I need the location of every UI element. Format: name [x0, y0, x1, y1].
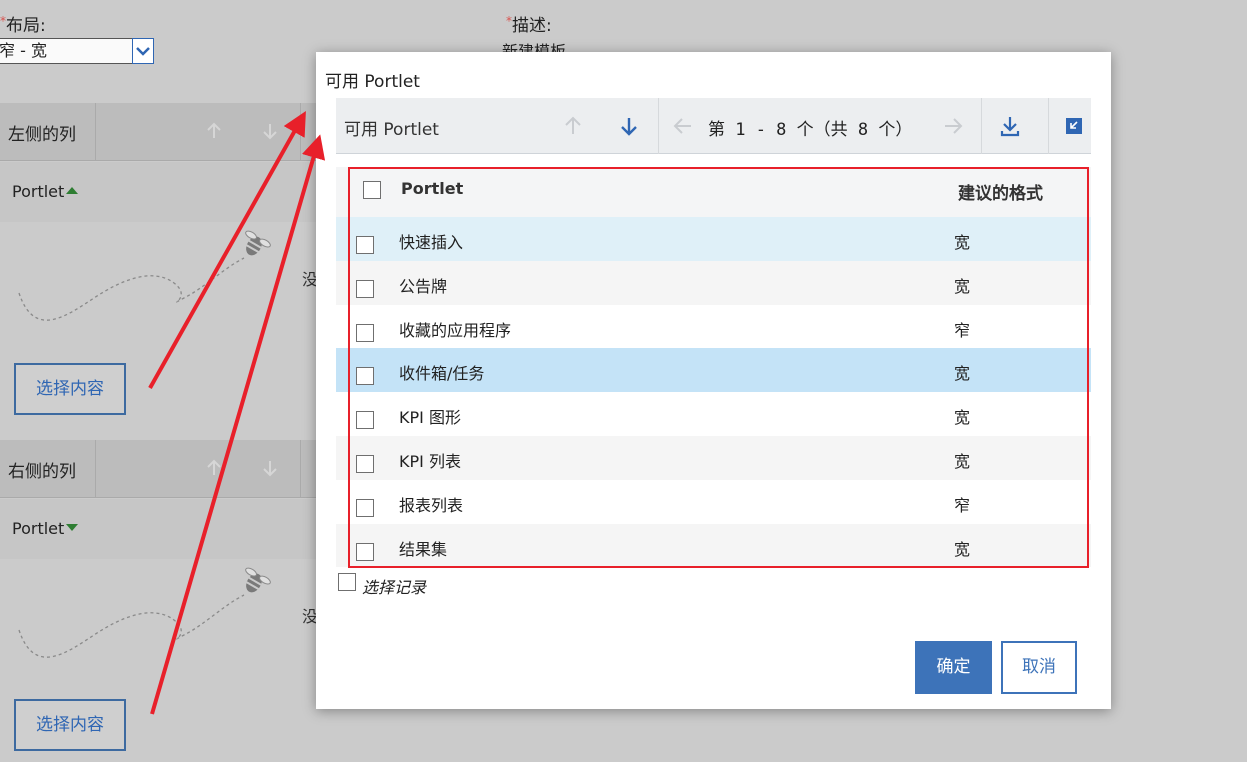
layout-label-text: 布局:: [6, 16, 46, 36]
portlet-name: 收藏的应用程序: [399, 320, 512, 340]
divider: [658, 98, 659, 154]
divider: [95, 440, 96, 498]
arrow-right-icon[interactable]: [941, 114, 965, 138]
table-row[interactable]: 快速插入 宽: [336, 217, 1091, 261]
pagination-text: 第 1 - 8 个（共 8 个）: [708, 120, 913, 140]
table-row[interactable]: 结果集 宽: [336, 523, 1091, 568]
table-row[interactable]: 收件箱/任务 宽: [336, 348, 1091, 393]
table-row[interactable]: KPI 列表 宽: [336, 435, 1091, 480]
portlet-format: 宽: [954, 408, 971, 428]
portlet-name: 报表列表: [399, 495, 464, 515]
table-row[interactable]: KPI 图形 宽: [336, 392, 1091, 436]
collapse-icon[interactable]: [1062, 114, 1086, 138]
right-column-title: 右侧的列: [8, 462, 76, 482]
portlet-name: KPI 列表: [399, 451, 461, 471]
download-icon[interactable]: [998, 114, 1022, 138]
description-label-text: 描述:: [512, 16, 552, 36]
row-checkbox[interactable]: [356, 367, 374, 386]
portlet-name: KPI 图形: [399, 408, 461, 428]
portlet-format: 窄: [954, 320, 971, 340]
row-checkbox[interactable]: [356, 411, 374, 430]
layout-select-value: 窄 - 宽: [0, 41, 47, 60]
table-row[interactable]: 报表列表 窄: [336, 479, 1091, 524]
divider: [300, 440, 301, 498]
portlet-column-label: Portlet: [12, 182, 65, 201]
row-checkbox[interactable]: [356, 542, 374, 561]
portlet-format: 宽: [954, 539, 971, 559]
required-mark: *: [0, 14, 6, 28]
sort-ascending-icon: [66, 187, 79, 194]
grid-header: Portlet 建议的格式: [336, 167, 1091, 217]
row-checkbox[interactable]: [356, 279, 374, 298]
divider: [95, 103, 96, 161]
portlet-column-label: Portlet: [12, 519, 65, 538]
portlet-format: 宽: [954, 364, 971, 384]
left-portlet-sort-header[interactable]: Portlet: [0, 162, 320, 222]
select-records-label: 选择记录: [362, 578, 427, 597]
select-all-checkbox[interactable]: [363, 181, 381, 199]
format-column-header[interactable]: 建议的格式: [958, 179, 1043, 204]
portlet-column-header[interactable]: Portlet: [401, 179, 463, 198]
divider: [1048, 98, 1049, 154]
portlet-name: 公告牌: [399, 276, 448, 296]
arrow-down-icon[interactable]: [261, 458, 279, 478]
arrow-left-icon[interactable]: [671, 114, 695, 138]
required-mark: *: [506, 14, 512, 28]
dialog-title: 可用 Portlet: [325, 72, 420, 92]
arrow-down-icon[interactable]: [261, 121, 279, 141]
arrow-down-icon[interactable]: [617, 114, 641, 138]
divider: [300, 103, 301, 161]
row-checkbox[interactable]: [356, 498, 374, 517]
row-checkbox[interactable]: [356, 236, 374, 254]
portlet-grid: Portlet 建议的格式 快速插入 宽 公告牌 宽 收藏的应用程序 窄 收件箱…: [336, 167, 1091, 568]
portlet-format: 宽: [954, 276, 971, 296]
right-select-content-button[interactable]: 选择内容: [14, 699, 126, 751]
available-portlets-dialog: 可用 Portlet 可用 Portlet 第 1 - 8 个（共 8 个） P…: [316, 52, 1111, 709]
portlet-format: 宽: [954, 451, 971, 471]
chevron-down-icon[interactable]: [132, 38, 154, 64]
select-records-checkbox[interactable]: [338, 573, 356, 591]
table-row[interactable]: 收藏的应用程序 窄: [336, 304, 1091, 349]
arrow-up-icon[interactable]: [561, 114, 585, 138]
grid-toolbar: 可用 Portlet 第 1 - 8 个（共 8 个）: [336, 98, 1091, 154]
sort-descending-icon: [66, 524, 79, 531]
portlet-name: 快速插入: [399, 233, 464, 252]
arrow-up-icon[interactable]: [205, 458, 223, 478]
layout-select[interactable]: 窄 - 宽: [0, 38, 154, 64]
portlet-name: 结果集: [399, 539, 448, 559]
empty-state-illustration: [18, 230, 271, 321]
row-checkbox[interactable]: [356, 454, 374, 473]
portlet-format: 宽: [954, 233, 971, 252]
portlet-format: 窄: [954, 495, 971, 515]
divider: [981, 98, 982, 154]
right-portlet-sort-header[interactable]: Portlet: [0, 499, 320, 559]
ok-button[interactable]: 确定: [915, 641, 992, 694]
row-checkbox[interactable]: [356, 323, 374, 342]
portlet-name: 收件箱/任务: [399, 364, 485, 384]
arrow-up-icon[interactable]: [205, 121, 223, 141]
empty-state-illustration: [18, 567, 271, 658]
toolbar-title: 可用 Portlet: [344, 120, 439, 140]
layout-label: *布局:: [0, 11, 46, 36]
cancel-button[interactable]: 取消: [1001, 641, 1077, 694]
left-select-content-button[interactable]: 选择内容: [14, 363, 126, 415]
description-label: *描述:: [506, 11, 552, 36]
left-column-title: 左侧的列: [8, 125, 76, 145]
left-column-header: 左侧的列: [0, 103, 320, 161]
right-column-header: 右侧的列: [0, 440, 320, 498]
table-row[interactable]: 公告牌 宽: [336, 260, 1091, 305]
